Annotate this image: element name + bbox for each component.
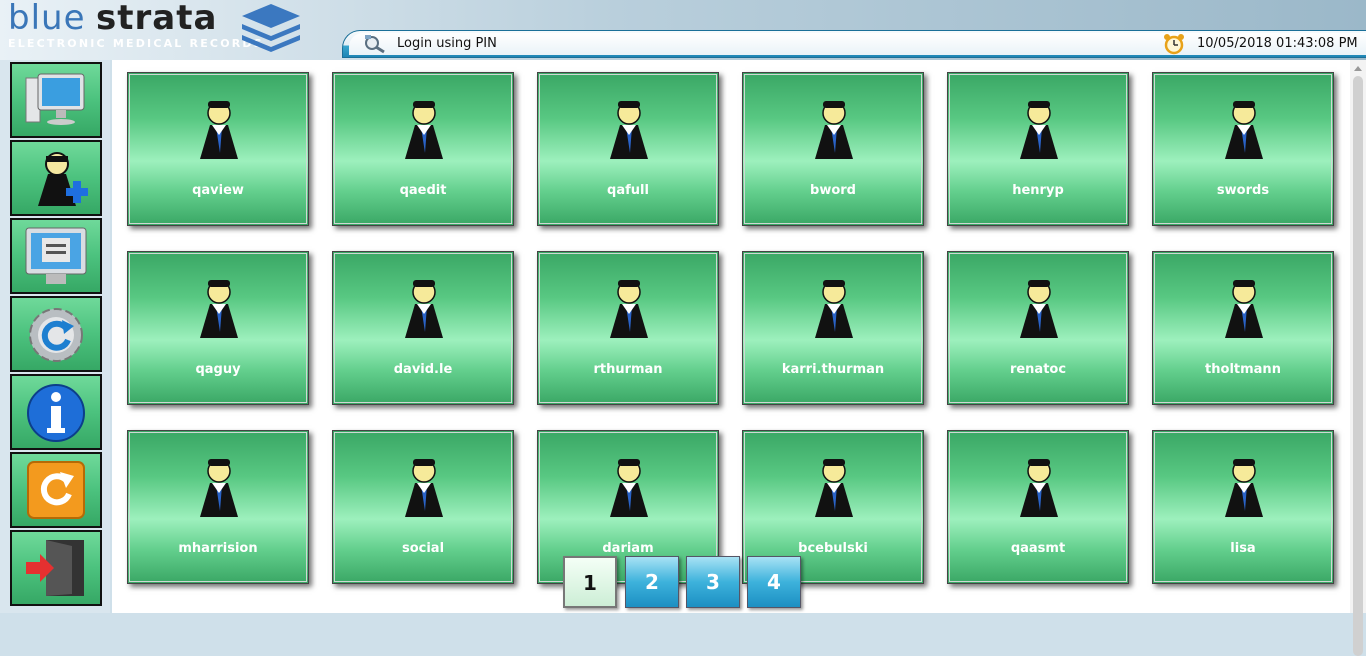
logo-text-strata: strata — [96, 0, 218, 38]
refresh-gear-icon — [29, 308, 83, 362]
title-bar: Login using PIN 10/05/2018 01:43:08 PM — [342, 30, 1366, 58]
user-avatar-icon — [405, 280, 443, 338]
user-tile[interactable]: qaasmt — [947, 430, 1129, 584]
user-tile[interactable]: tholtmann — [1152, 251, 1334, 405]
user-tile[interactable]: mharrision — [127, 430, 309, 584]
user-tile[interactable]: renatoc — [947, 251, 1129, 405]
info-icon — [27, 384, 85, 442]
user-avatar-icon — [610, 459, 648, 517]
sidebar-button-info[interactable] — [10, 374, 102, 450]
vertical-scrollbar[interactable] — [1350, 60, 1366, 656]
user-tile[interactable]: lisa — [1152, 430, 1334, 584]
user-avatar-icon — [815, 280, 853, 338]
sidebar-button-workstation[interactable] — [10, 62, 102, 138]
screen-settings-icon — [25, 227, 87, 284]
alarm-clock-icon — [1164, 34, 1184, 55]
user-name: qaasmt — [1010, 541, 1066, 556]
sidebar — [0, 60, 110, 613]
user-avatar-icon — [815, 459, 853, 517]
user-avatar-icon — [1225, 280, 1263, 338]
user-name: david.le — [393, 362, 453, 377]
sidebar-button-screen[interactable] — [10, 218, 102, 294]
user-avatar-icon — [1020, 459, 1058, 517]
user-tile[interactable]: david.le — [332, 251, 514, 405]
sidebar-button-exit[interactable] — [10, 530, 102, 606]
user-name: qafull — [607, 183, 649, 198]
reload-icon — [27, 461, 85, 519]
user-avatar-icon — [610, 280, 648, 338]
user-tile[interactable]: bword — [742, 72, 924, 226]
user-name: qaview — [192, 183, 244, 198]
user-name: swords — [1216, 183, 1270, 198]
scroll-up-arrow-icon[interactable] — [1354, 66, 1362, 71]
user-name: qaguy — [195, 362, 241, 377]
sidebar-button-add-user[interactable] — [10, 140, 102, 216]
user-avatar-icon — [1020, 280, 1058, 338]
user-tile[interactable]: swords — [1152, 72, 1334, 226]
scroll-thumb[interactable] — [1353, 76, 1363, 656]
user-tile[interactable]: qaguy — [127, 251, 309, 405]
logo-text-blue: blue — [8, 0, 86, 38]
datetime-display: 10/05/2018 01:43:08 PM — [1197, 36, 1358, 51]
exit-door-icon — [26, 540, 84, 596]
key-search-icon — [365, 35, 385, 54]
user-tile[interactable]: karri.thurman — [742, 251, 924, 405]
sidebar-button-refresh[interactable] — [10, 296, 102, 372]
user-name: rthurman — [593, 362, 663, 377]
login-label: Login using PIN — [397, 36, 497, 51]
user-avatar-icon — [1020, 101, 1058, 159]
user-name: bcebulski — [798, 541, 868, 556]
user-name: social — [401, 541, 445, 556]
user-name: lisa — [1230, 541, 1256, 556]
user-avatar-icon — [200, 459, 238, 517]
user-tile-grid: qaview qaedit qafull bword henryp swords… — [112, 60, 1350, 613]
sidebar-button-reload[interactable] — [10, 452, 102, 528]
user-name: bword — [810, 183, 856, 198]
user-tile[interactable]: rthurman — [537, 251, 719, 405]
user-name: henryp — [1012, 183, 1064, 198]
user-name: renatoc — [1009, 362, 1067, 377]
page-button-1[interactable]: 1 — [563, 556, 617, 608]
user-avatar-icon — [610, 101, 648, 159]
logo-subtitle: ELECTRONIC MEDICAL RECORDS — [8, 37, 264, 50]
user-tile[interactable]: qaedit — [332, 72, 514, 226]
user-avatar-icon — [405, 459, 443, 517]
user-tile[interactable]: henryp — [947, 72, 1129, 226]
user-avatar-icon — [1225, 459, 1263, 517]
user-avatar-icon — [200, 280, 238, 338]
page-button-4[interactable]: 4 — [747, 556, 801, 608]
user-name: qaedit — [399, 183, 447, 198]
user-avatar-icon — [815, 101, 853, 159]
user-name: karri.thurman — [781, 362, 885, 377]
user-tile[interactable]: qaview — [127, 72, 309, 226]
page-button-3[interactable]: 3 — [686, 556, 740, 608]
user-name: dariam — [602, 541, 654, 556]
user-name: tholtmann — [1205, 362, 1281, 377]
user-avatar-icon — [1225, 101, 1263, 159]
add-user-icon — [38, 152, 88, 206]
page-button-2[interactable]: 2 — [625, 556, 679, 608]
user-tile[interactable]: social — [332, 430, 514, 584]
logo-layers-icon — [242, 4, 300, 52]
user-avatar-icon — [405, 101, 443, 159]
app-header: blue strata ELECTRONIC MEDICAL RECORDS L… — [0, 0, 1366, 60]
user-name: mharrision — [178, 541, 258, 556]
user-avatar-icon — [200, 101, 238, 159]
computer-monitor-icon — [25, 73, 85, 125]
user-tile[interactable]: qafull — [537, 72, 719, 226]
